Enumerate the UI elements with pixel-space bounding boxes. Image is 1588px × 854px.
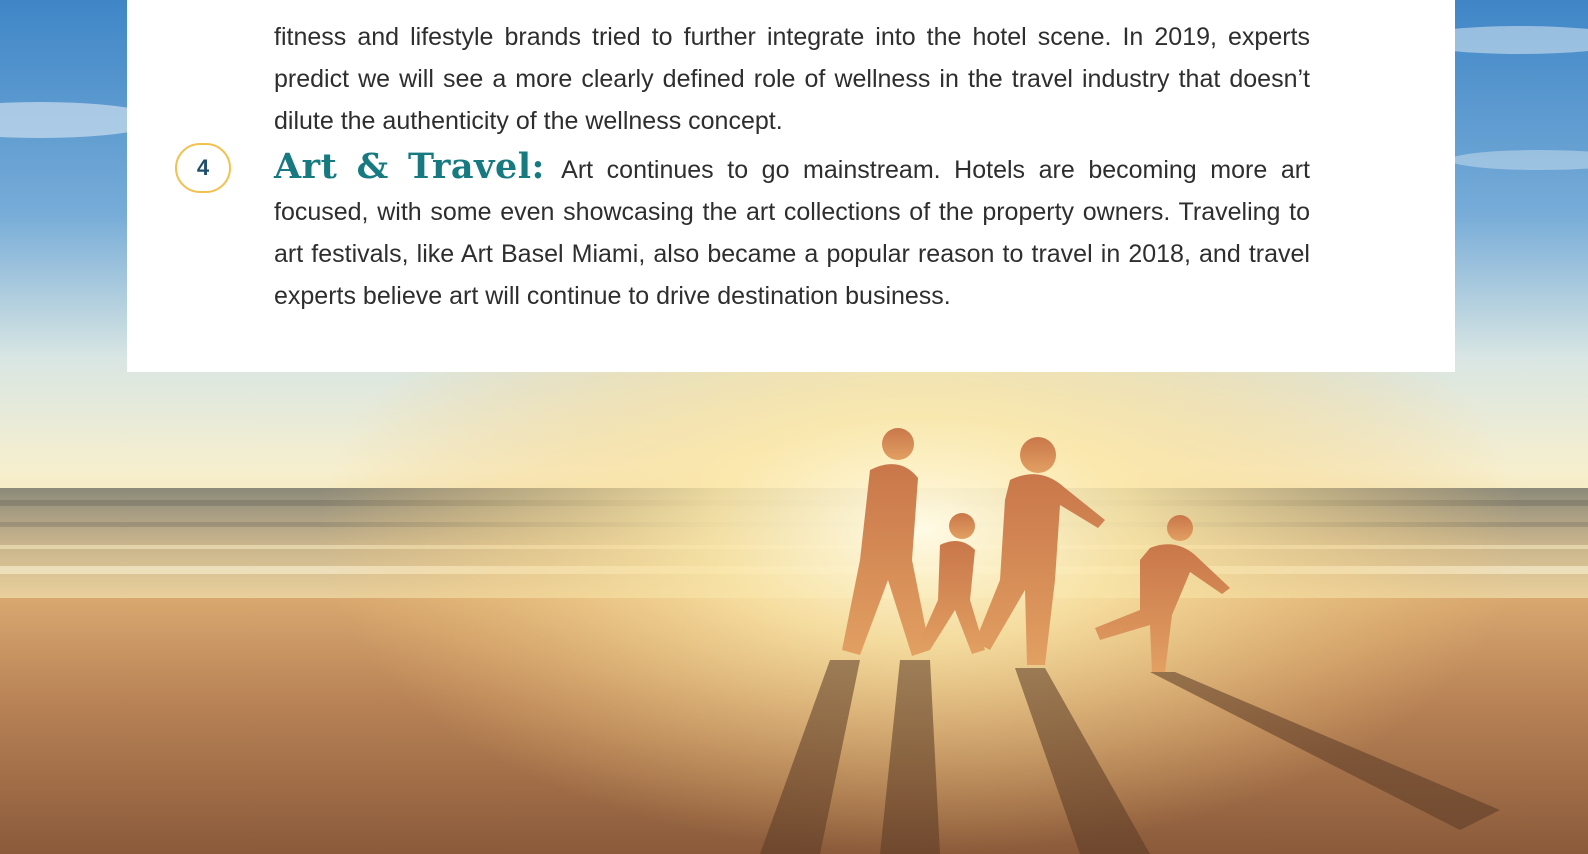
previous-paragraph-tail: fitness and lifestyle brands tried to fu… [274,23,1310,135]
article-card: fitness and lifestyle brands tried to fu… [127,0,1455,372]
list-item: Art & Travel: Art continues to go mainst… [274,146,1310,317]
page: fitness and lifestyle brands tried to fu… [0,0,1588,854]
item-number-badge: 4 [175,143,231,193]
item-heading: Art & Travel: [274,146,545,187]
